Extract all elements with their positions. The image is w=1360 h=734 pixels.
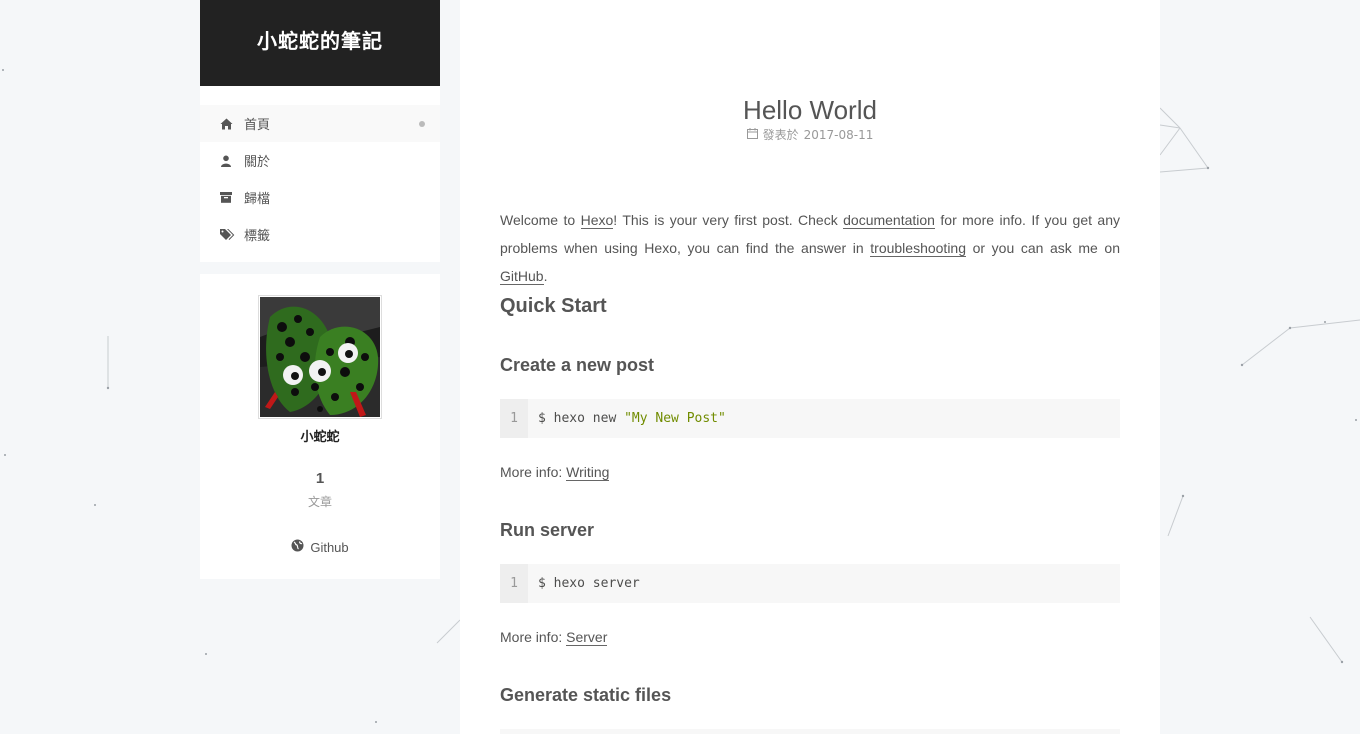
post-meta-label: 發表於 bbox=[762, 128, 799, 142]
menu-item-label: 關於 bbox=[244, 155, 271, 170]
section-heading-new-post: Create a new post bbox=[500, 355, 655, 375]
code-line: $ hexo server bbox=[528, 576, 640, 591]
home-icon bbox=[220, 118, 244, 130]
github-link-label: Github bbox=[310, 539, 349, 555]
documentation-link[interactable]: documentation bbox=[843, 212, 935, 229]
quick-start-heading: Quick Start bbox=[500, 295, 607, 317]
more-info-label: More info: bbox=[500, 464, 567, 480]
post-article: Hello World 發表於 2017-08-11 Welcome to He… bbox=[460, 0, 1160, 734]
author-name: 小蛇蛇 bbox=[300, 430, 340, 445]
code-block-partial bbox=[500, 729, 1120, 734]
code-block: 1 $ hexo new "My New Post" bbox=[500, 399, 1120, 438]
hexo-link[interactable]: Hexo bbox=[580, 212, 614, 229]
menu-item-label: 標籤 bbox=[244, 229, 271, 244]
globe-icon bbox=[291, 539, 304, 555]
more-info-label: More info: bbox=[500, 629, 567, 645]
active-indicator bbox=[419, 120, 425, 127]
line-number: 1 bbox=[500, 564, 528, 603]
menu-item-archives[interactable]: 歸檔 bbox=[200, 179, 440, 216]
menu-item-tags[interactable]: 標籤 bbox=[200, 216, 440, 253]
intro-paragraph: Welcome to Hexo! This is your very first… bbox=[500, 206, 1120, 290]
intro-text: or you can ask me on bbox=[966, 240, 1120, 256]
tags-icon bbox=[220, 228, 244, 241]
more-info: More info: Writing bbox=[500, 464, 610, 481]
avatar bbox=[258, 295, 382, 419]
menu-item-home[interactable]: 首頁 bbox=[200, 105, 440, 142]
post-body: Welcome to Hexo! This is your very first… bbox=[500, 206, 1120, 290]
writing-link[interactable]: Writing bbox=[566, 464, 610, 481]
code-block: 1 $ hexo server bbox=[500, 564, 1120, 603]
intro-text: ! This is your very first post. Check bbox=[613, 212, 844, 228]
server-link[interactable]: Server bbox=[566, 629, 608, 646]
author-profile: 小蛇蛇 1 文章 Github bbox=[200, 274, 440, 579]
intro-text: Welcome to bbox=[500, 212, 581, 228]
sidebar: 小蛇蛇的筆記 首頁 關於 歸檔 標籤 小蛇蛇 1 文章 Github bbox=[200, 0, 440, 579]
calendar-icon bbox=[746, 127, 758, 142]
posts-count[interactable]: 1 bbox=[200, 470, 440, 487]
menu-item-about[interactable]: 關於 bbox=[200, 142, 440, 179]
github-link[interactable]: Github bbox=[200, 539, 440, 555]
archive-icon bbox=[220, 192, 244, 203]
code-command: $ hexo server bbox=[538, 576, 640, 591]
code-command: $ hexo new bbox=[538, 411, 625, 426]
posts-label: 文章 bbox=[307, 495, 332, 509]
troubleshooting-link[interactable]: troubleshooting bbox=[870, 240, 967, 257]
menu-item-label: 首頁 bbox=[244, 118, 271, 133]
post-date: 2017-08-11 bbox=[803, 127, 874, 142]
section-heading-run-server: Run server bbox=[500, 520, 595, 540]
section-heading-generate: Generate static files bbox=[500, 685, 672, 705]
code-line: $ hexo new "My New Post" bbox=[528, 411, 726, 426]
site-title[interactable]: 小蛇蛇的筆記 bbox=[200, 0, 440, 86]
post-title[interactable]: Hello World bbox=[460, 95, 1160, 126]
github-issues-link[interactable]: GitHub bbox=[500, 268, 544, 285]
code-string: "My New Post" bbox=[624, 411, 726, 426]
post-meta: 發表於 2017-08-11 bbox=[460, 126, 1160, 143]
nav-menu: 首頁 關於 歸檔 標籤 bbox=[200, 86, 440, 262]
intro-text: . bbox=[543, 268, 548, 284]
more-info: More info: Server bbox=[500, 629, 608, 646]
menu-item-label: 歸檔 bbox=[244, 192, 271, 207]
user-icon bbox=[220, 155, 244, 167]
line-number: 1 bbox=[500, 399, 528, 438]
